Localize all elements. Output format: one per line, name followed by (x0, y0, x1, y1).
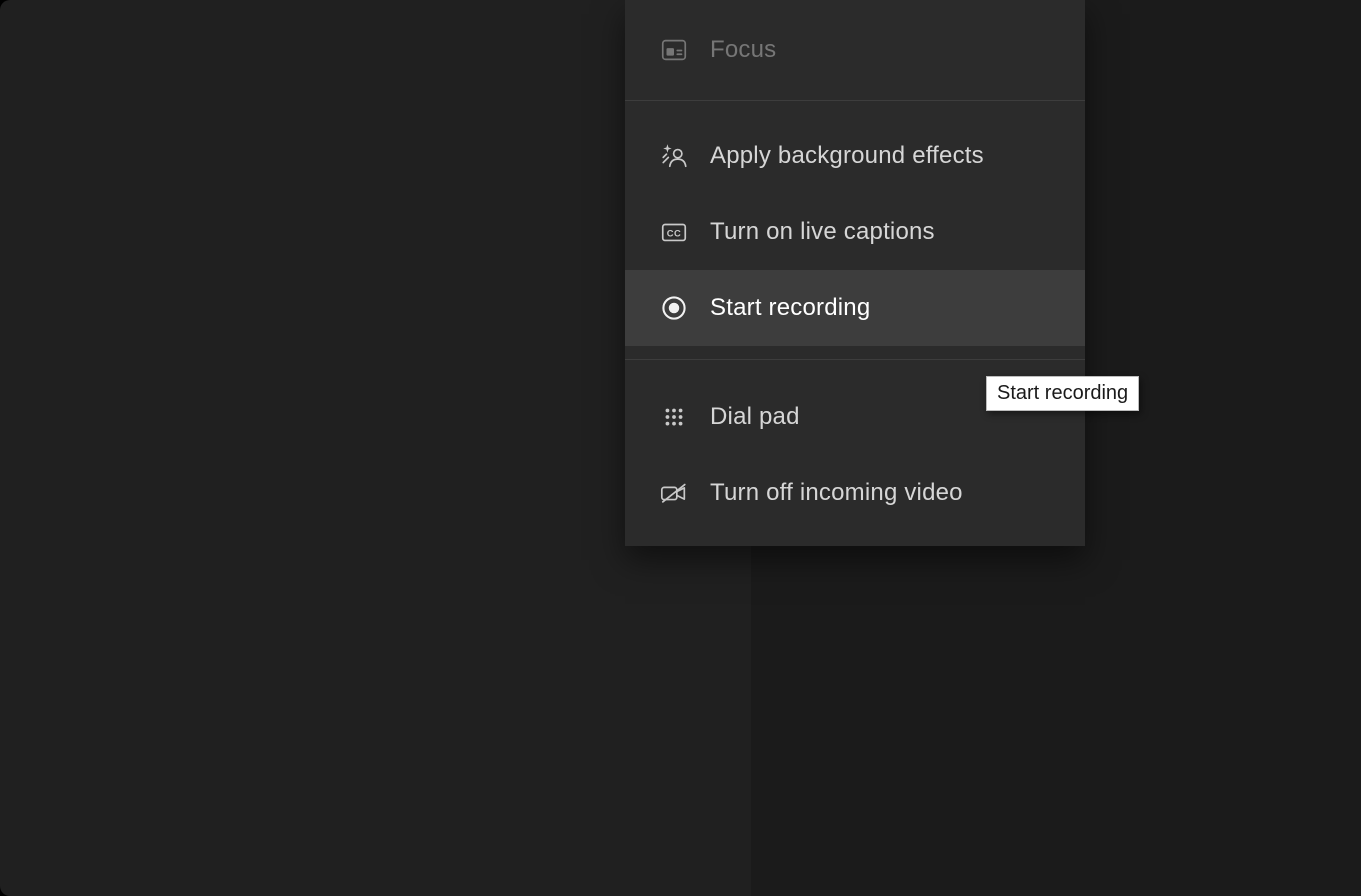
start-recording-tooltip: Start recording (986, 376, 1139, 411)
dialpad-icon (658, 401, 690, 433)
menu-item-turn-on-live-captions[interactable]: CC Turn on live captions (625, 194, 1085, 270)
menu-section-meeting-tools: Apply background effects CC Turn on live… (625, 101, 1085, 360)
menu-item-apply-background-effects[interactable]: Apply background effects (625, 118, 1085, 194)
focus-icon (658, 34, 690, 66)
video-off-icon (658, 477, 690, 509)
menu-item-label: Turn on live captions (710, 218, 935, 246)
menu-section-focus: Focus (625, 0, 1085, 101)
menu-item-label: Apply background effects (710, 142, 984, 170)
more-actions-menu: Focus Apply background effects (625, 0, 1085, 546)
record-icon (658, 292, 690, 324)
background-effects-icon (658, 140, 690, 172)
live-captions-icon: CC (658, 216, 690, 248)
meeting-window: Focus Apply background effects (0, 0, 1361, 896)
menu-item-start-recording[interactable]: Start recording (625, 270, 1085, 346)
svg-text:CC: CC (667, 228, 681, 238)
menu-item-focus[interactable]: Focus (625, 12, 1085, 88)
menu-item-label: Dial pad (710, 403, 800, 431)
menu-item-label: Start recording (710, 294, 870, 322)
menu-item-turn-off-incoming-video[interactable]: Turn off incoming video (625, 455, 1085, 531)
menu-item-label: Focus (710, 36, 776, 64)
menu-item-label: Turn off incoming video (710, 479, 963, 507)
